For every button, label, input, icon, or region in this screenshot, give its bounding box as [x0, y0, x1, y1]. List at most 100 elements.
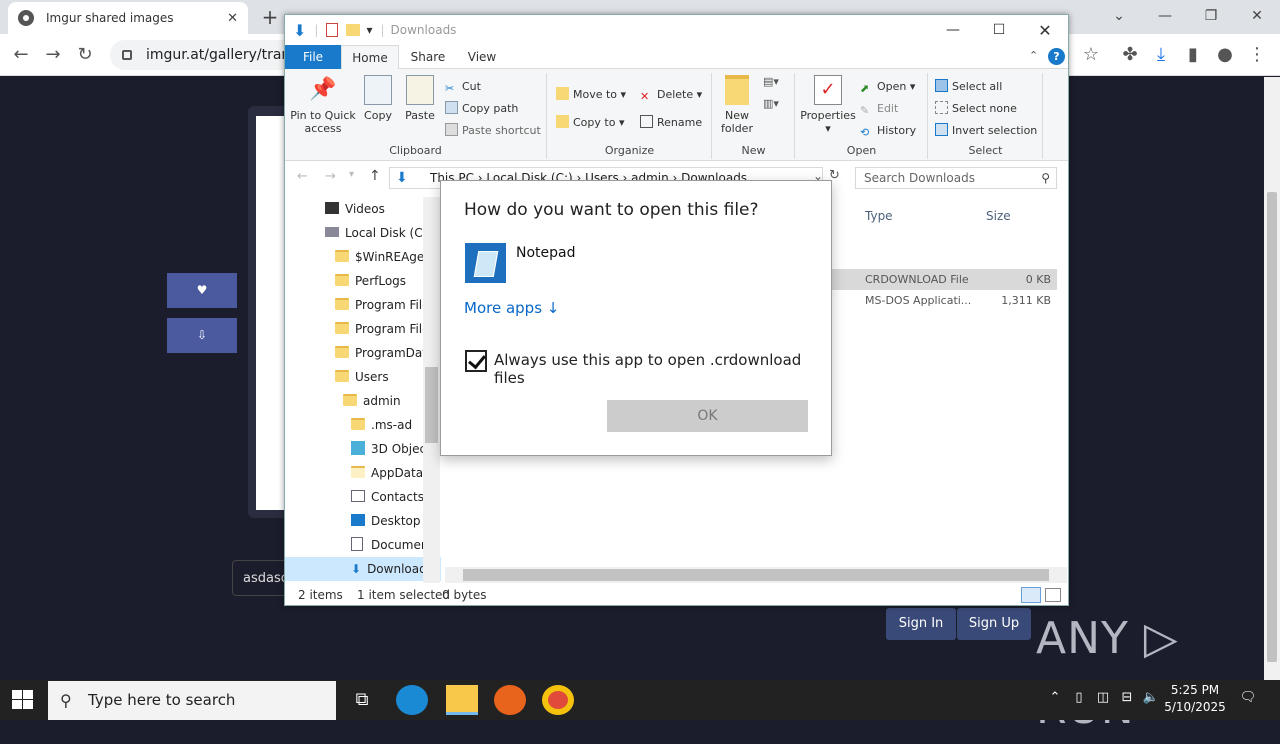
column-size[interactable]: Size [986, 209, 1011, 223]
nav-up-icon[interactable]: ↑ [369, 168, 381, 184]
close-tab-icon[interactable]: ✕ [227, 11, 238, 26]
extensions-icon[interactable]: ✤ [1117, 42, 1143, 68]
select-all-button[interactable]: Select all [935, 77, 1002, 97]
nav-item[interactable]: ProgramData [335, 341, 434, 365]
invert-selection-button[interactable]: Invert selection [935, 121, 1037, 141]
nav-back-icon[interactable]: ← [297, 169, 308, 184]
properties-button[interactable]: ✓ Properties ▾ [800, 75, 856, 135]
details-view-icon[interactable] [1021, 587, 1041, 603]
nav-item[interactable]: PerfLogs [335, 269, 406, 293]
download-button[interactable]: ⇩ [167, 318, 237, 353]
tab-view[interactable]: View [457, 45, 507, 69]
column-type[interactable]: Type [865, 209, 893, 223]
nav-item[interactable]: Local Disk (C:) [325, 221, 431, 245]
comment-input[interactable]: asdasc [232, 560, 292, 596]
shared-image[interactable] [256, 116, 286, 510]
rename-button[interactable]: Rename [640, 113, 702, 133]
tab-file[interactable]: File [285, 45, 341, 69]
collapse-ribbon-icon[interactable]: ⌃ [1029, 49, 1038, 62]
copy-to-button[interactable]: Copy to ▾ [556, 113, 624, 133]
file-explorer-taskbar-icon[interactable] [446, 685, 478, 715]
explorer-search-input[interactable]: Search Downloads ⚲ [855, 167, 1057, 189]
nav-item[interactable]: Users [335, 365, 389, 389]
tray-overflow-icon[interactable]: ⌃ [1046, 690, 1064, 710]
favorite-button[interactable]: ♥ [167, 273, 237, 308]
nav-item[interactable]: AppData [351, 461, 423, 485]
open-button[interactable]: ⬈ Open ▾ [860, 77, 915, 97]
chrome-icon[interactable] [542, 685, 574, 715]
select-none-button[interactable]: Select none [935, 99, 1017, 119]
always-use-label[interactable]: Always use this app to open .crdownload … [494, 351, 831, 387]
file-list-hscrollbar[interactable] [445, 567, 1067, 583]
tab-search-icon[interactable]: ⌄ [1096, 0, 1142, 34]
taskbar-clock[interactable]: 5:25 PM 5/10/2025 [1160, 682, 1230, 716]
notepad-icon[interactable] [465, 243, 506, 283]
always-use-checkbox[interactable] [465, 350, 487, 372]
browser-tab[interactable]: Imgur shared images ✕ [8, 2, 248, 34]
sign-up-button[interactable]: Sign Up [957, 608, 1031, 640]
explorer-maximize-button[interactable]: ☐ [976, 22, 1022, 38]
more-apps-link[interactable]: More apps ↓ [464, 299, 559, 317]
notifications-icon[interactable]: 🗨 [1238, 690, 1258, 710]
nav-item[interactable]: admin [343, 389, 401, 413]
nav-forward-icon[interactable]: → [325, 169, 336, 184]
sign-in-button[interactable]: Sign In [886, 608, 956, 640]
nav-item[interactable]: Desktop [351, 509, 421, 533]
forward-icon[interactable]: → [40, 42, 66, 68]
copy-path-button[interactable]: Copy path [445, 99, 518, 119]
nav-item[interactable]: Program Files [335, 293, 436, 317]
pin-quick-access-button[interactable]: 📌 Pin to Quick access [289, 75, 357, 135]
new-item-icon[interactable]: ▤▾ [763, 75, 779, 88]
menu-kebab-icon[interactable]: ⋮ [1244, 42, 1270, 68]
explorer-close-button[interactable]: ✕ [1022, 21, 1068, 40]
nav-item-downloads[interactable]: ⬇ Downloads [285, 557, 441, 581]
network-icon[interactable]: ⊟ [1118, 690, 1136, 710]
edit-button[interactable]: ✎ Edit [860, 99, 898, 119]
nav-item[interactable]: Contacts [351, 485, 424, 509]
reload-icon[interactable]: ↻ [72, 42, 98, 68]
quick-access-dropdown-icon[interactable]: ▾ [366, 23, 372, 37]
new-tab-button[interactable]: + [256, 4, 284, 30]
history-button[interactable]: ⟲ History [860, 121, 916, 141]
ok-button[interactable]: OK [607, 400, 808, 432]
nav-item[interactable]: .ms-ad [351, 413, 412, 437]
move-to-button[interactable]: Move to ▾ [556, 85, 626, 105]
help-icon[interactable]: ? [1048, 48, 1065, 65]
file-row[interactable]: MS-DOS Applicati... 1,311 KB [831, 290, 1057, 311]
paste-button[interactable]: Paste [403, 75, 437, 122]
recent-locations-icon[interactable]: ▾ [349, 169, 354, 180]
nav-scrollbar[interactable] [423, 197, 440, 583]
taskbar-search-box[interactable]: ⚲ Type here to search [48, 681, 336, 720]
file-row[interactable]: CRDOWNLOAD File 0 KB [831, 269, 1057, 290]
tray-app-icon[interactable]: ◫ [1094, 690, 1112, 710]
nav-item[interactable]: Videos [325, 197, 385, 221]
volume-icon[interactable]: 🔈 [1142, 690, 1160, 710]
copy-button[interactable]: Copy [361, 75, 395, 122]
nav-item[interactable]: Program Files [335, 317, 436, 341]
delete-button[interactable]: ✕ Delete ▾ [640, 85, 702, 105]
browser-maximize-button[interactable]: ❐ [1188, 0, 1234, 34]
easy-access-icon[interactable]: ▥▾ [763, 97, 779, 110]
nav-item[interactable]: $WinREAgent [335, 245, 437, 269]
windows-start-icon[interactable] [12, 690, 34, 710]
paste-shortcut-button[interactable]: Paste shortcut [445, 121, 541, 141]
tab-share[interactable]: Share [403, 45, 453, 69]
bookmark-star-icon[interactable]: ☆ [1078, 42, 1104, 68]
new-folder-quick-icon[interactable] [346, 24, 361, 36]
firefox-icon[interactable] [494, 685, 526, 715]
large-icons-view-icon[interactable] [1045, 588, 1061, 602]
browser-minimize-button[interactable]: — [1142, 0, 1188, 34]
browser-close-button[interactable]: ✕ [1234, 0, 1280, 34]
cut-button[interactable]: ✂ Cut [445, 77, 481, 97]
explorer-minimize-button[interactable]: — [930, 22, 976, 38]
back-icon[interactable]: ← [8, 42, 34, 68]
task-view-icon[interactable]: ⧉ [346, 685, 378, 715]
tab-home[interactable]: Home [341, 45, 399, 69]
downloads-icon[interactable]: ⤓ [1148, 42, 1174, 68]
properties-quick-icon[interactable] [326, 23, 339, 37]
app-option-notepad[interactable]: Notepad [516, 245, 576, 261]
side-panel-icon[interactable]: ▮ [1180, 42, 1206, 68]
edge-icon[interactable] [396, 685, 428, 715]
new-folder-button[interactable]: New folder [717, 75, 757, 135]
page-scrollbar[interactable] [1264, 77, 1280, 680]
